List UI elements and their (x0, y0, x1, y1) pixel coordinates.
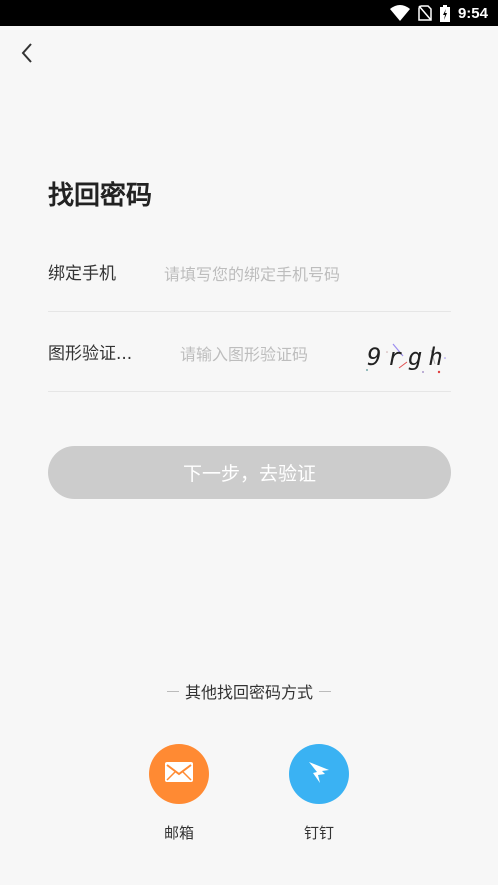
envelope-icon (165, 762, 193, 786)
battery-icon (439, 4, 450, 22)
status-time: 9:54 (457, 4, 488, 22)
next-step-button[interactable]: 下一步，去验证 (48, 446, 451, 499)
captcha-label: 图形验证... (48, 344, 133, 364)
other-methods-divider: 其他找回密码方式 (0, 679, 498, 703)
email-recovery-option[interactable]: 邮箱 (139, 744, 219, 843)
captcha-input[interactable] (180, 340, 350, 368)
email-label: 邮箱 (163, 824, 194, 842)
no-sim-icon (418, 5, 432, 21)
dingtalk-recovery-button[interactable] (289, 744, 349, 804)
captcha-row: 图形验证... 9rgh (48, 312, 451, 392)
email-recovery-button[interactable] (149, 744, 209, 804)
back-arrow-icon (20, 42, 34, 68)
other-methods-title: 其他找回密码方式 (184, 683, 313, 702)
divider-line-right (319, 690, 331, 692)
back-button[interactable] (12, 40, 42, 70)
status-bar: 9:54 (0, 0, 498, 26)
divider-line-left (166, 690, 179, 692)
dingtalk-label: 钉钉 (303, 824, 334, 842)
dingtalk-icon (306, 759, 332, 789)
captcha-image[interactable]: 9rgh (363, 338, 449, 374)
phone-row: 绑定手机 (48, 232, 451, 312)
dingtalk-recovery-option[interactable]: 钉钉 (279, 744, 359, 843)
captcha-text: 9rgh (367, 343, 449, 371)
phone-input[interactable] (164, 260, 444, 288)
phone-label: 绑定手机 (48, 264, 116, 284)
page-title: 找回密码 (48, 181, 153, 211)
wifi-icon (389, 5, 410, 21)
